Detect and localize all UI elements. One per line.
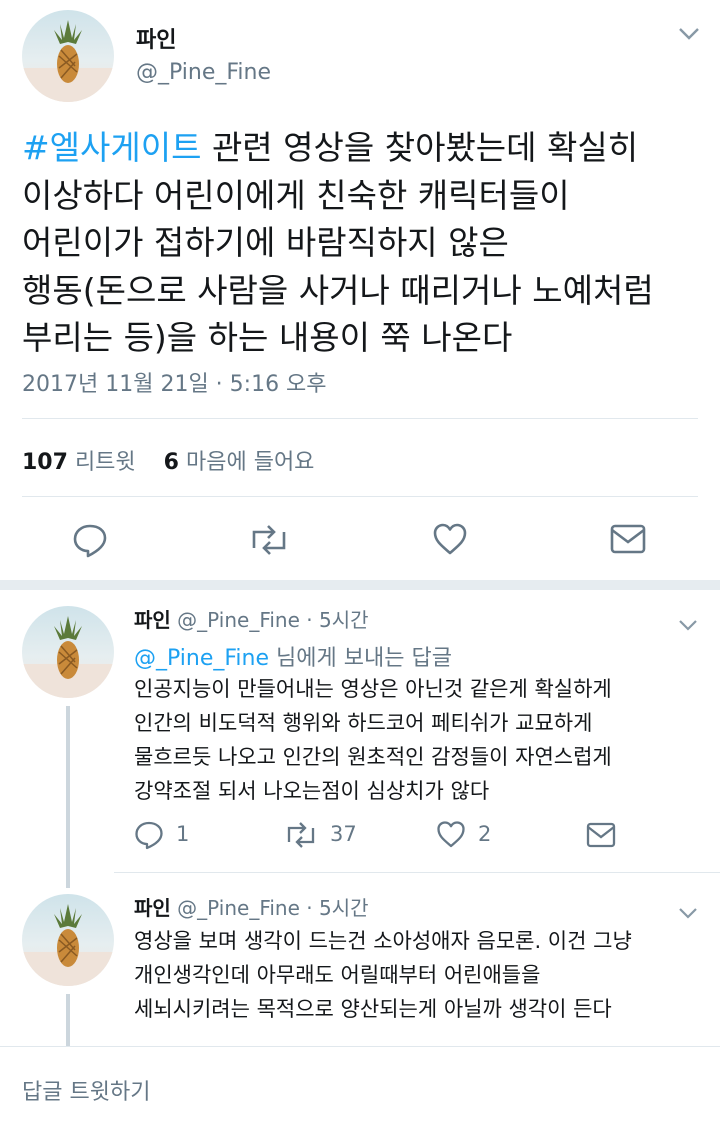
reply-time: · 5시간	[306, 608, 369, 632]
thread-line	[66, 994, 70, 1046]
reply-author-name[interactable]: 파인	[134, 896, 171, 920]
author-handle[interactable]: @_Pine_Fine	[136, 60, 271, 85]
thread-line	[66, 706, 70, 888]
heart-icon[interactable]	[432, 522, 468, 560]
reply-avatar[interactable]	[22, 606, 114, 698]
divider	[114, 872, 720, 873]
retweet-icon[interactable]	[284, 822, 318, 852]
reply-author-name[interactable]: 파인	[134, 608, 171, 632]
mail-icon[interactable]	[610, 524, 646, 558]
compose-reply-input[interactable]: 답글 트윗하기	[22, 1074, 150, 1106]
replying-to: @_Pine_Fine 님에게 보내는 답글	[134, 640, 452, 672]
retweet-count: 107	[22, 450, 68, 475]
replying-suffix: 님에게 보내는 답글	[269, 646, 452, 671]
main-avatar[interactable]	[22, 10, 114, 102]
author-name[interactable]: 파인	[136, 22, 176, 54]
retweet-label: 리트윗	[74, 450, 136, 475]
reply-header: 파인 @_Pine_Fine · 5시간	[134, 604, 369, 633]
divider	[22, 418, 698, 419]
reply-header: 파인 @_Pine_Fine · 5시간	[134, 892, 369, 921]
engagement-stats[interactable]: 107 리트윗 6 마음에 들어요	[22, 444, 314, 476]
tweet-text: #엘사게이트 관련 영상을 찾아봤는데 확실히 이상하다 어린이에게 친숙한 캐…	[22, 124, 702, 362]
retweet-icon[interactable]	[248, 524, 290, 560]
reply-avatar[interactable]	[22, 894, 114, 986]
hashtag-link[interactable]: #엘사게이트	[22, 128, 201, 167]
like-count: 6	[163, 450, 179, 475]
replying-mention[interactable]: @_Pine_Fine	[134, 646, 269, 671]
like-label: 마음에 들어요	[185, 450, 315, 475]
section-separator	[0, 580, 720, 590]
tweet-timestamp: 2017년 11월 21일 · 5:16 오후	[22, 372, 327, 397]
reply-text: 영상을 보며 생각이 드는건 소아성애자 음모론. 이건 그냥 개인생각인데 아…	[134, 929, 632, 1021]
mail-icon[interactable]	[586, 822, 616, 852]
heart-icon[interactable]	[436, 820, 466, 852]
reply-author-handle[interactable]: @_Pine_Fine	[177, 608, 300, 632]
reply-icon[interactable]	[134, 820, 164, 854]
chevron-down-icon[interactable]	[678, 900, 698, 925]
chevron-down-icon[interactable]	[678, 22, 700, 47]
divider	[22, 496, 698, 497]
retweet-count: 37	[330, 822, 357, 846]
reply-time: · 5시간	[306, 896, 369, 920]
chevron-down-icon[interactable]	[678, 612, 698, 637]
reply-author-handle[interactable]: @_Pine_Fine	[177, 896, 300, 920]
reply-text: 인공지능이 만들어내는 영상은 아닌것 같은게 확실하게 인간의 비도덕적 행위…	[134, 677, 612, 803]
like-count: 2	[478, 822, 492, 846]
reply-icon[interactable]	[72, 522, 108, 562]
reply-count: 1	[176, 822, 190, 846]
